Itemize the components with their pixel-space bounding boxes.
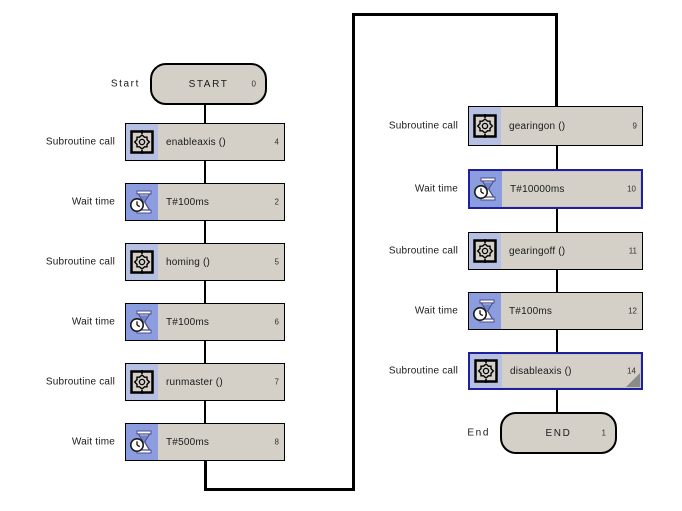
step-text: T#100ms: [166, 316, 210, 328]
link-step10-to-step11: [556, 209, 558, 232]
step-number: 10: [627, 184, 636, 194]
step-box[interactable]: enableaxis () 4: [125, 123, 285, 161]
step-row-wait-500ms[interactable]: Wait time T#500ms 8: [72, 423, 285, 461]
step-box[interactable]: T#100ms 6: [125, 303, 285, 341]
step-row-enableaxis[interactable]: Subroutine call enableaxis () 4: [46, 123, 285, 161]
wait-time-icon: [126, 184, 158, 220]
link-step12-to-step14: [556, 330, 558, 353]
step-box[interactable]: disableaxis () 14: [468, 352, 643, 390]
step-box[interactable]: gearingoff () 11: [468, 232, 643, 270]
link-step5-to-step6: [204, 281, 206, 303]
subroutine-call-icon: [126, 244, 158, 280]
end-node[interactable]: End END 1: [467, 412, 617, 454]
start-node[interactable]: Start START 0: [111, 63, 267, 105]
wait-time-icon: [470, 171, 502, 207]
step-row-label: Subroutine call: [388, 245, 458, 257]
step-row-label: Subroutine call: [45, 256, 115, 268]
step-row-label: Subroutine call: [45, 136, 115, 148]
step-row-runmaster[interactable]: Subroutine call runmaster () 7: [46, 363, 285, 401]
step-box[interactable]: runmaster () 7: [125, 363, 285, 401]
step-row-label: Wait time: [414, 305, 458, 317]
step-text: T#500ms: [166, 436, 210, 448]
connector-bottom-vertical-stub: [204, 458, 207, 491]
start-node-text: START: [188, 78, 229, 90]
step-row-label: Subroutine call: [45, 376, 115, 388]
end-node-text: END: [545, 427, 572, 439]
step-box[interactable]: T#100ms 2: [125, 183, 285, 221]
step-number: 7: [274, 377, 279, 387]
step-text: runmaster (): [166, 376, 223, 388]
step-box[interactable]: T#100ms 12: [468, 292, 643, 330]
step-text: T#100ms: [509, 305, 553, 317]
link-step9-to-step10: [556, 146, 558, 169]
wait-time-icon: [469, 293, 501, 329]
link-step6-to-step7: [204, 341, 206, 363]
link-step11-to-step12: [556, 270, 558, 293]
step-text: disableaxis (): [510, 365, 572, 377]
step-number: 5: [274, 257, 279, 267]
sfc-diagram-canvas: Start START 0 Subroutine call enableaxis…: [0, 0, 682, 511]
step-box[interactable]: T#10000ms 10: [468, 169, 643, 209]
link-step7-to-step8: [204, 401, 206, 423]
step-row-homing[interactable]: Subroutine call homing () 5: [46, 243, 285, 281]
link-step4-to-step2: [204, 161, 206, 183]
step-text: T#10000ms: [510, 183, 565, 195]
end-node-label: End: [467, 427, 490, 439]
resize-corner-marker[interactable]: [626, 373, 640, 387]
step-row-gearingon[interactable]: Subroutine call gearingon () 9: [389, 106, 643, 146]
step-row-wait-100ms-c[interactable]: Wait time T#100ms 12: [415, 292, 643, 330]
subroutine-call-icon: [126, 364, 158, 400]
subroutine-call-icon: [470, 354, 502, 388]
step-number: 9: [632, 121, 637, 131]
wait-time-icon: [126, 304, 158, 340]
step-text: gearingoff (): [509, 245, 566, 257]
step-row-label: Wait time: [71, 196, 115, 208]
wait-time-icon: [126, 424, 158, 460]
step-text: enableaxis (): [166, 136, 226, 148]
step-row-label: Subroutine call: [388, 120, 458, 132]
subroutine-call-icon: [469, 107, 501, 145]
end-node-number: 1: [601, 428, 606, 438]
step-row-wait-100ms-a[interactable]: Wait time T#100ms 2: [72, 183, 285, 221]
link-step2-to-step5: [204, 221, 206, 243]
step-number: 2: [274, 197, 279, 207]
step-row-wait-100ms-b[interactable]: Wait time T#100ms 6: [72, 303, 285, 341]
step-box[interactable]: homing () 5: [125, 243, 285, 281]
step-row-gearingoff[interactable]: Subroutine call gearingoff () 11: [389, 232, 643, 270]
start-node-label: Start: [110, 78, 140, 90]
step-row-label: Wait time: [71, 436, 115, 448]
step-number: 12: [628, 306, 637, 316]
step-row-wait-10000ms[interactable]: Wait time T#10000ms 10: [415, 169, 643, 209]
step-box[interactable]: T#500ms 8: [125, 423, 285, 461]
step-number: 4: [274, 137, 279, 147]
subroutine-call-icon: [126, 124, 158, 160]
step-row-disableaxis[interactable]: Subroutine call disableaxis () 14: [389, 352, 643, 390]
step-row-label: Subroutine call: [388, 365, 458, 377]
step-number: 6: [274, 317, 279, 327]
step-text: gearingon (): [509, 120, 566, 132]
subroutine-call-icon: [469, 233, 501, 269]
connector-bottom-horizontal: [204, 488, 355, 491]
step-row-label: Wait time: [414, 183, 458, 195]
step-number: 8: [274, 437, 279, 447]
start-node-number: 0: [251, 79, 256, 89]
step-text: T#100ms: [166, 196, 210, 208]
connector-top-horizontal: [352, 13, 558, 16]
step-box[interactable]: gearingon () 9: [468, 106, 643, 146]
connector-right-vertical-top: [555, 13, 558, 106]
step-row-label: Wait time: [71, 316, 115, 328]
link-step14-to-end: [556, 390, 558, 412]
connector-left-vertical-long: [352, 13, 355, 491]
step-number: 11: [628, 246, 637, 256]
step-text: homing (): [166, 256, 211, 268]
